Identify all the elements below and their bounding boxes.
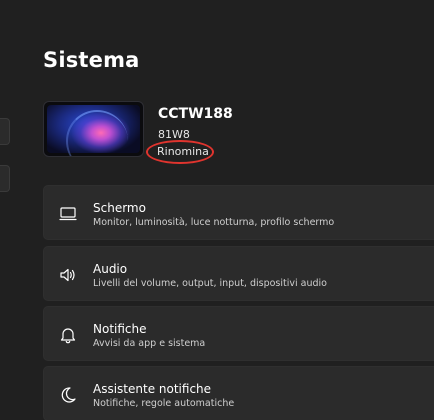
setting-subtitle: Avvisi da app e sistema [93,338,206,349]
page-title: Sistema [43,48,140,72]
setting-title: Notifiche [93,322,147,336]
device-wallpaper-thumbnail [43,101,144,157]
setting-title: Audio [93,262,128,276]
setting-card-audio[interactable]: Audio Livelli del volume, output, input,… [43,246,434,301]
setting-subtitle: Notifiche, regole automatiche [93,398,235,409]
setting-card-notifications[interactable]: Notifiche Avvisi da app e sistema [43,306,434,361]
moon-icon [61,387,76,403]
rename-link[interactable]: Rinomina [157,145,209,158]
bell-icon [60,328,76,344]
nav-item-stub[interactable] [0,165,10,192]
settings-page: Sistema CCTW188 81W8 Rinomina Schermo Mo… [0,0,434,420]
setting-card-display[interactable]: Schermo Monitor, luminosità, luce nottur… [43,185,434,240]
nav-item-stub[interactable] [0,118,10,145]
setting-title: Schermo [93,201,146,215]
setting-title: Assistente notifiche [93,382,212,396]
speaker-icon [60,268,75,282]
setting-subtitle: Livelli del volume, output, input, dispo… [93,278,327,289]
monitor-icon [59,207,77,221]
setting-card-focus-assist[interactable]: Assistente notifiche Notifiche, regole a… [43,366,434,420]
setting-subtitle: Monitor, luminosità, luce notturna, prof… [93,217,335,228]
device-name: CCTW188 [158,106,233,122]
device-model: 81W8 [158,128,190,141]
